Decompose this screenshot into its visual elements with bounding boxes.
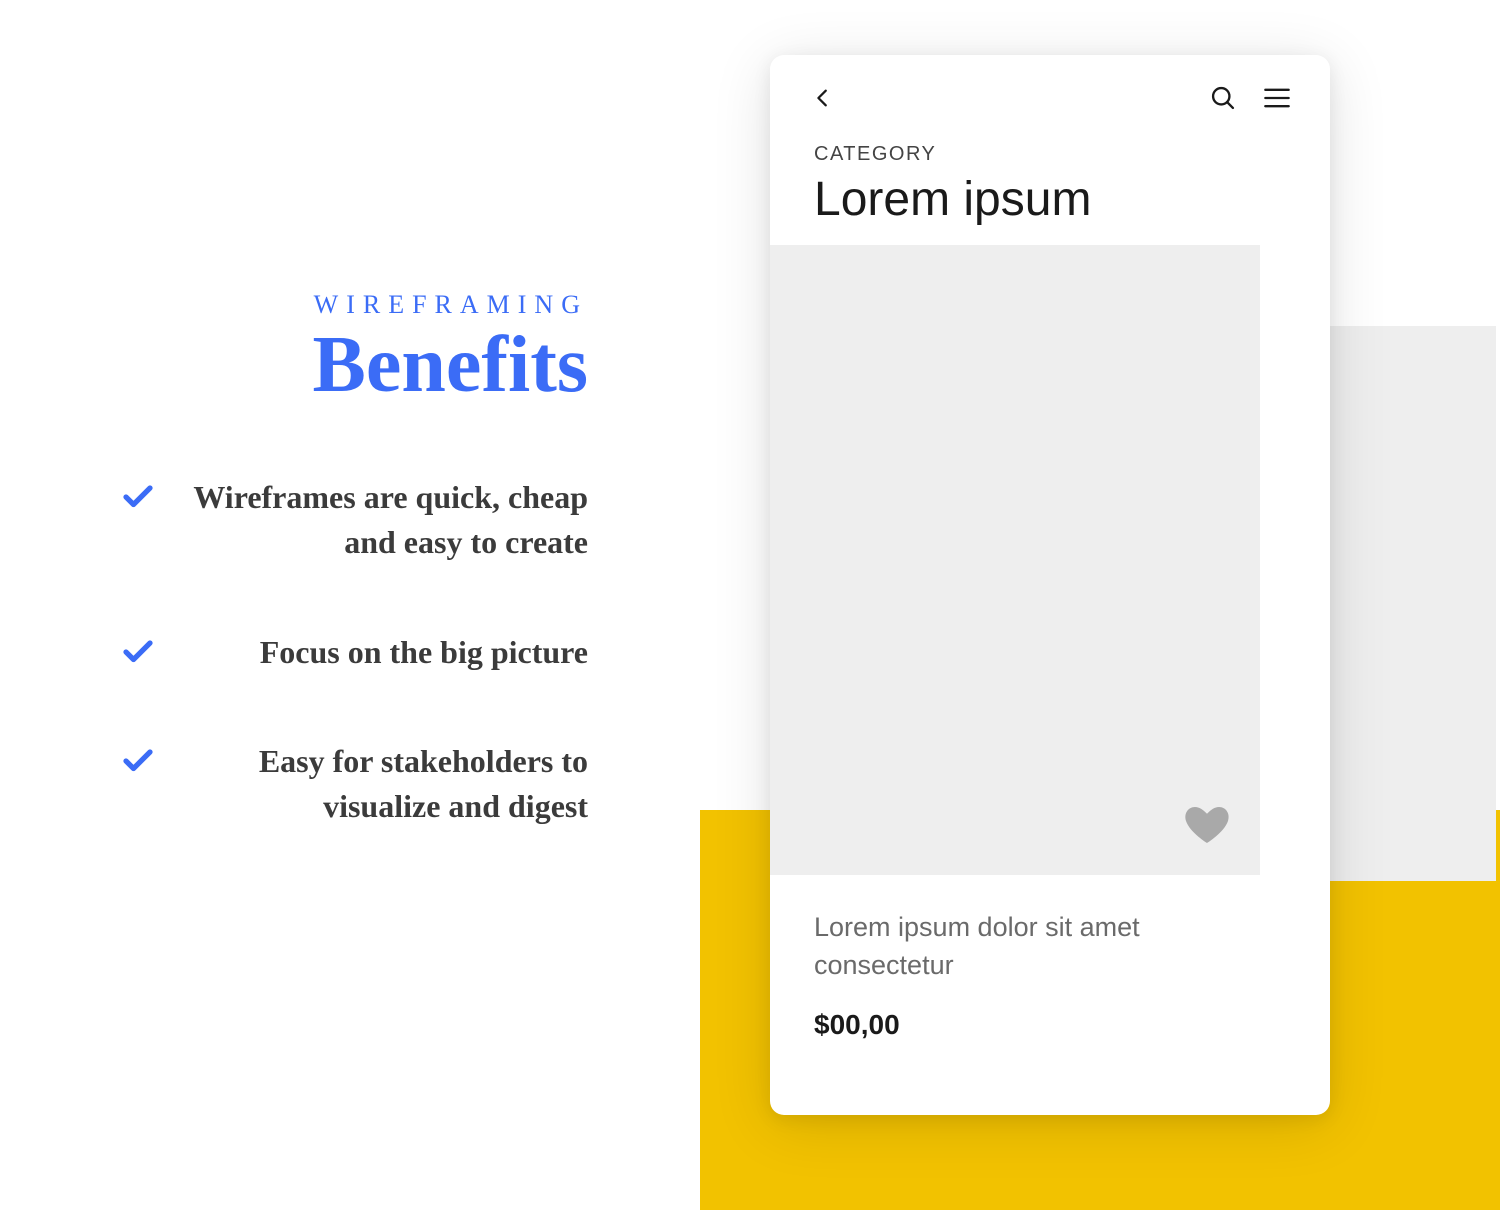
wireframe-device: CATEGORY Lorem ipsum Lorem ipsum dolor s…: [770, 55, 1330, 1115]
product-description: Lorem ipsum dolor sit amet consectetur: [814, 909, 1286, 985]
page-title: Lorem ipsum: [814, 172, 1286, 227]
heart-icon[interactable]: [1180, 801, 1234, 849]
device-header: CATEGORY Lorem ipsum: [770, 115, 1330, 245]
benefit-item: Focus on the big picture: [120, 630, 600, 675]
product-price: $00,00: [814, 1009, 1286, 1041]
benefit-item: Wireframes are quick, cheap and easy to …: [120, 475, 600, 565]
chevron-left-icon: [812, 84, 834, 112]
section-title: Benefits: [120, 325, 600, 405]
check-icon: [120, 479, 156, 515]
search-button[interactable]: [1206, 81, 1240, 115]
benefit-text: Wireframes are quick, cheap and easy to …: [176, 475, 600, 565]
benefits-panel: WIREFRAMING Benefits Wireframes are quic…: [120, 290, 600, 894]
hamburger-icon: [1260, 84, 1294, 112]
section-eyebrow: WIREFRAMING: [120, 290, 600, 320]
search-icon: [1209, 84, 1237, 112]
back-button[interactable]: [806, 81, 840, 115]
device-toolbar: [770, 55, 1330, 115]
toolbar-actions: [1206, 81, 1294, 115]
product-image-placeholder: [770, 245, 1260, 875]
check-icon: [120, 743, 156, 779]
product-caption: Lorem ipsum dolor sit amet consectetur $…: [770, 875, 1330, 1051]
menu-button[interactable]: [1260, 81, 1294, 115]
benefit-item: Easy for stakeholders to visualize and d…: [120, 739, 600, 829]
category-label: CATEGORY: [814, 143, 1286, 166]
benefit-text: Easy for stakeholders to visualize and d…: [176, 739, 600, 829]
check-icon: [120, 634, 156, 670]
benefit-text: Focus on the big picture: [176, 630, 600, 675]
